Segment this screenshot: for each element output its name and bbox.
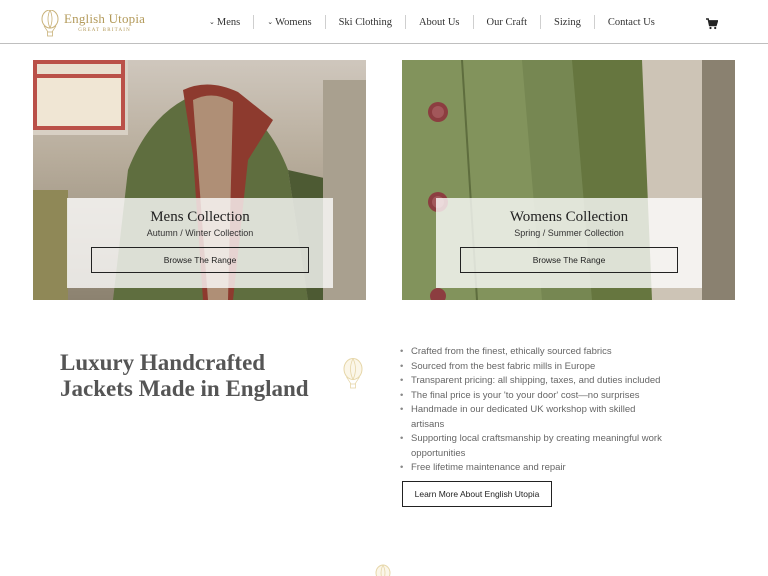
browse-mens-button[interactable]: Browse The Range — [91, 247, 309, 273]
nav-item-label: Contact Us — [607, 16, 655, 28]
list-item: Sourced from the best fabric mills in Eu… — [400, 360, 670, 375]
nav-item-womens[interactable]: ⌄ Womens — [253, 15, 324, 29]
nav-item-label: About Us — [418, 16, 460, 28]
collection-subtitle: Autumn / Winter Collection — [146, 228, 254, 238]
brand-logo[interactable]: English Utopia GREAT BRITAIN — [40, 10, 145, 38]
list-item: Free lifetime maintenance and repair — [400, 461, 670, 476]
hot-air-balloon-icon — [375, 564, 391, 576]
mens-collection-overlay: Mens Collection Autumn / Winter Collecti… — [67, 198, 333, 288]
browse-womens-button[interactable]: Browse The Range — [460, 247, 678, 273]
nav-item-mens[interactable]: ⌄ Mens — [196, 15, 253, 29]
nav-item-about-us[interactable]: About Us — [404, 15, 473, 29]
cart-icon[interactable] — [706, 18, 718, 30]
chevron-down-icon: ⌄ — [267, 18, 274, 26]
nav-item-contact-us[interactable]: Contact Us — [593, 15, 668, 29]
nav-item-ski-clothing[interactable]: Ski Clothing — [324, 15, 405, 29]
brand-name: English Utopia — [64, 11, 146, 26]
chevron-down-icon: ⌄ — [209, 18, 215, 26]
site-header: English Utopia GREAT BRITAIN ⌄ Mens ⌄ Wo… — [0, 0, 768, 44]
headline-line-1: Luxury Handcrafted — [60, 350, 266, 375]
hot-air-balloon-icon — [343, 358, 363, 389]
list-item: Supporting local craftsmanship by creati… — [400, 432, 670, 461]
list-item: Transparent pricing: all shipping, taxes… — [400, 374, 670, 389]
mens-collection-card[interactable]: Mens Collection Autumn / Winter Collecti… — [33, 60, 366, 300]
main-nav: ⌄ Mens ⌄ Womens Ski Clothing About Us Ou… — [196, 0, 668, 44]
nav-item-label: Sizing — [554, 16, 581, 28]
nav-item-label: Our Craft — [486, 16, 528, 28]
collection-subtitle: Spring / Summer Collection — [514, 228, 624, 238]
list-item: The final price is your 'to your door' c… — [400, 389, 670, 404]
hot-air-balloon-icon — [41, 10, 59, 37]
collection-title: Mens Collection — [150, 209, 250, 225]
headline-line-2: Jackets Made in England — [60, 376, 309, 401]
nav-item-label: Womens — [275, 16, 312, 28]
womens-collection-card[interactable]: Womens Collection Spring / Summer Collec… — [402, 60, 735, 300]
list-item: Handmade in our dedicated UK workshop wi… — [400, 403, 670, 432]
nav-item-label: Ski Clothing — [338, 16, 392, 28]
learn-more-button[interactable]: Learn More About English Utopia — [402, 481, 552, 507]
brand-tagline: GREAT BRITAIN — [78, 28, 131, 33]
nav-item-sizing[interactable]: Sizing — [540, 15, 594, 29]
features-list: Crafted from the finest, ethically sourc… — [400, 345, 670, 476]
collection-title: Womens Collection — [509, 209, 629, 225]
nav-item-label: Mens — [216, 16, 241, 28]
list-item: Crafted from the finest, ethically sourc… — [400, 345, 670, 360]
womens-collection-overlay: Womens Collection Spring / Summer Collec… — [436, 198, 702, 288]
about-headline: Luxury Handcrafted Jackets Made in Engla… — [60, 350, 350, 402]
nav-item-our-craft[interactable]: Our Craft — [472, 15, 541, 29]
